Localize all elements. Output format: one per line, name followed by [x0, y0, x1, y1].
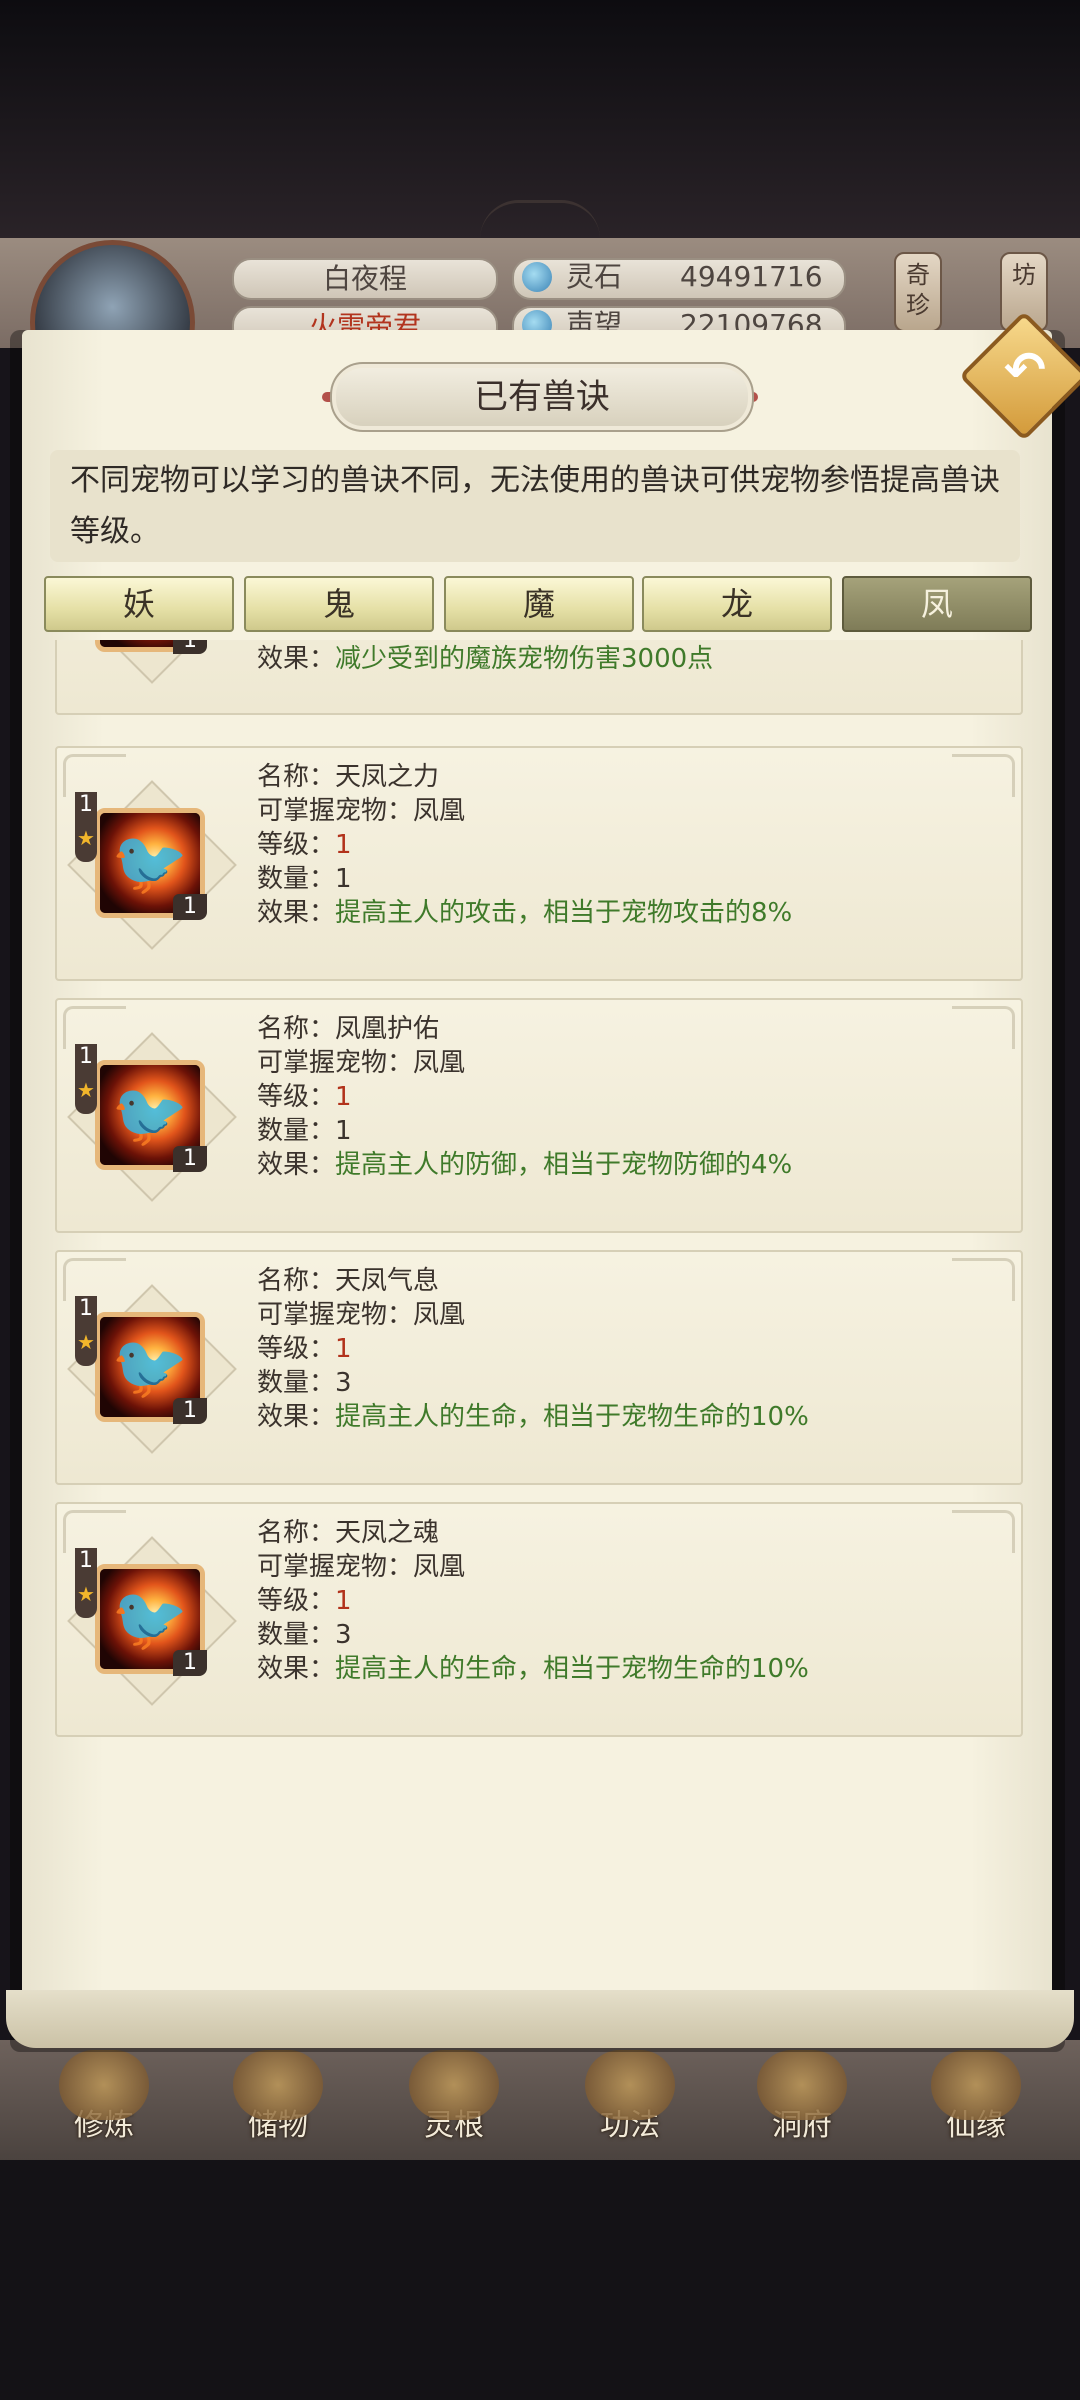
skill-effect: 提高主人的生命，相当于宠物生命的10%: [335, 1654, 809, 1684]
nav-storage[interactable]: 储物: [208, 2050, 348, 2150]
dialog-title-plate: 已有兽诀: [330, 362, 754, 432]
nav-techniques[interactable]: 功法: [560, 2050, 700, 2150]
skill-count: 3: [335, 1620, 352, 1650]
count-badge: 1: [173, 1398, 207, 1424]
badge-level: 1: [79, 1296, 93, 1321]
badge-level: 1: [79, 792, 93, 817]
skill-pet: 凤凰: [413, 1048, 466, 1078]
skill-card[interactable]: 🐦 1 ★ 1 名称：天凤气息 可掌握宠物：凤凰 等级：1 数量：3 效果：提高…: [55, 1250, 1023, 1485]
skill-card[interactable]: 🐦 1 效果：减少受到的魔族宠物伤害3000点: [55, 640, 1023, 715]
background-bottom: [0, 2160, 1080, 2400]
tab-dragon[interactable]: 龙: [642, 576, 832, 632]
skill-info: 效果：减少受到的魔族宠物伤害3000点: [257, 644, 714, 674]
dialog-description: 不同宠物可以学习的兽诀不同，无法使用的兽诀可供宠物参悟提高兽诀等级。: [70, 463, 1000, 549]
skill-info: 名称：天凤之力 可掌握宠物：凤凰 等级：1 数量：1 效果：提高主人的攻击，相当…: [257, 762, 793, 928]
skill-pet: 凤凰: [413, 796, 466, 826]
back-arrow-icon[interactable]: ↶: [995, 340, 1055, 400]
skill-icon: 🐦 1 ★ 1: [67, 1032, 237, 1202]
skill-effect: 提高主人的防御，相当于宠物防御的4%: [335, 1150, 793, 1180]
storage-icon: [233, 2050, 323, 2120]
skill-card[interactable]: 🐦 1 ★ 1 名称：天凤之力 可掌握宠物：凤凰 等级：1 数量：1 效果：提高…: [55, 746, 1023, 981]
star-icon: ★: [77, 1582, 95, 1606]
skill-count: 1: [335, 1116, 352, 1146]
skill-level: 1: [335, 1334, 352, 1364]
tab-ghost[interactable]: 鬼: [244, 576, 434, 632]
skill-icon: 🐦 1 ★ 1: [67, 1284, 237, 1454]
nav-cultivate[interactable]: 修炼: [34, 2050, 174, 2150]
skill-level: 1: [335, 1586, 352, 1616]
skill-name: 天凤气息: [335, 1266, 440, 1296]
cultivate-icon: [59, 2050, 149, 2120]
skill-name: 天凤之魂: [335, 1518, 440, 1548]
skill-name: 天凤之力: [335, 762, 440, 792]
badge-level: 1: [79, 1044, 93, 1069]
tab-phoenix[interactable]: 凤: [842, 576, 1032, 632]
count-badge: 1: [173, 1650, 207, 1676]
skill-count: 1: [335, 864, 352, 894]
skill-effect: 提高主人的攻击，相当于宠物攻击的8%: [335, 898, 793, 928]
skill-info: 名称：天凤之魂 可掌握宠物：凤凰 等级：1 数量：3 效果：提高主人的生命，相当…: [257, 1518, 809, 1684]
scroll-roll: [6, 1990, 1074, 2048]
count-badge: 1: [173, 640, 207, 654]
skill-icon: 🐦 1 ★ 1: [67, 1536, 237, 1706]
skill-pet: 凤凰: [413, 1552, 466, 1582]
spirit-stone-icon: [522, 262, 552, 292]
skill-level: 1: [335, 1082, 352, 1112]
tab-devil[interactable]: 魔: [444, 576, 634, 632]
spirit-root-icon: [409, 2050, 499, 2120]
side-tag-rare-items[interactable]: 奇珍: [894, 252, 942, 332]
skill-info: 名称：凤凰护佑 可掌握宠物：凤凰 等级：1 数量：1 效果：提高主人的防御，相当…: [257, 1014, 793, 1180]
skill-card[interactable]: 🐦 1 ★ 1 名称：凤凰护佑 可掌握宠物：凤凰 等级：1 数量：1 效果：提高…: [55, 998, 1023, 1233]
skill-icon: 🐦 1: [67, 640, 237, 684]
tab-demon[interactable]: 妖: [44, 576, 234, 632]
star-icon: ★: [77, 1078, 95, 1102]
techniques-icon: [585, 2050, 675, 2120]
star-icon: ★: [77, 1330, 95, 1354]
destiny-icon: [931, 2050, 1021, 2120]
currency-label: 灵石: [566, 260, 623, 293]
nav-spirit-root[interactable]: 灵根: [384, 2050, 524, 2150]
skill-effect: 提高主人的生命，相当于宠物生命的10%: [335, 1402, 809, 1432]
skill-icon: 🐦 1 ★ 1: [67, 780, 237, 950]
count-badge: 1: [173, 894, 207, 920]
ornament-decoration: [480, 200, 600, 239]
dialog-title: 已有兽诀: [474, 377, 610, 417]
player-name: 白夜程: [232, 258, 498, 300]
skill-name: 凤凰护佑: [335, 1014, 440, 1044]
nav-cave[interactable]: 洞府: [732, 2050, 872, 2150]
skill-count: 3: [335, 1368, 352, 1398]
skill-info: 名称：天凤气息 可掌握宠物：凤凰 等级：1 数量：3 效果：提高主人的生命，相当…: [257, 1266, 809, 1432]
count-badge: 1: [173, 1146, 207, 1172]
badge-level: 1: [79, 1548, 93, 1573]
skill-list[interactable]: 🐦 1 效果：减少受到的魔族宠物伤害3000点 🐦 1 ★ 1 名称：天凤之力 …: [50, 640, 1030, 1745]
nav-destiny[interactable]: 仙缘: [906, 2050, 1046, 2150]
skill-level: 1: [335, 830, 352, 860]
skill-pet: 凤凰: [413, 1300, 466, 1330]
cave-icon: [757, 2050, 847, 2120]
skill-effect: 减少受到的魔族宠物伤害3000点: [335, 644, 714, 674]
star-icon: ★: [77, 826, 95, 850]
skill-card[interactable]: 🐦 1 ★ 1 名称：天凤之魂 可掌握宠物：凤凰 等级：1 数量：3 效果：提高…: [55, 1502, 1023, 1737]
currency-value: 49491716: [680, 260, 823, 293]
